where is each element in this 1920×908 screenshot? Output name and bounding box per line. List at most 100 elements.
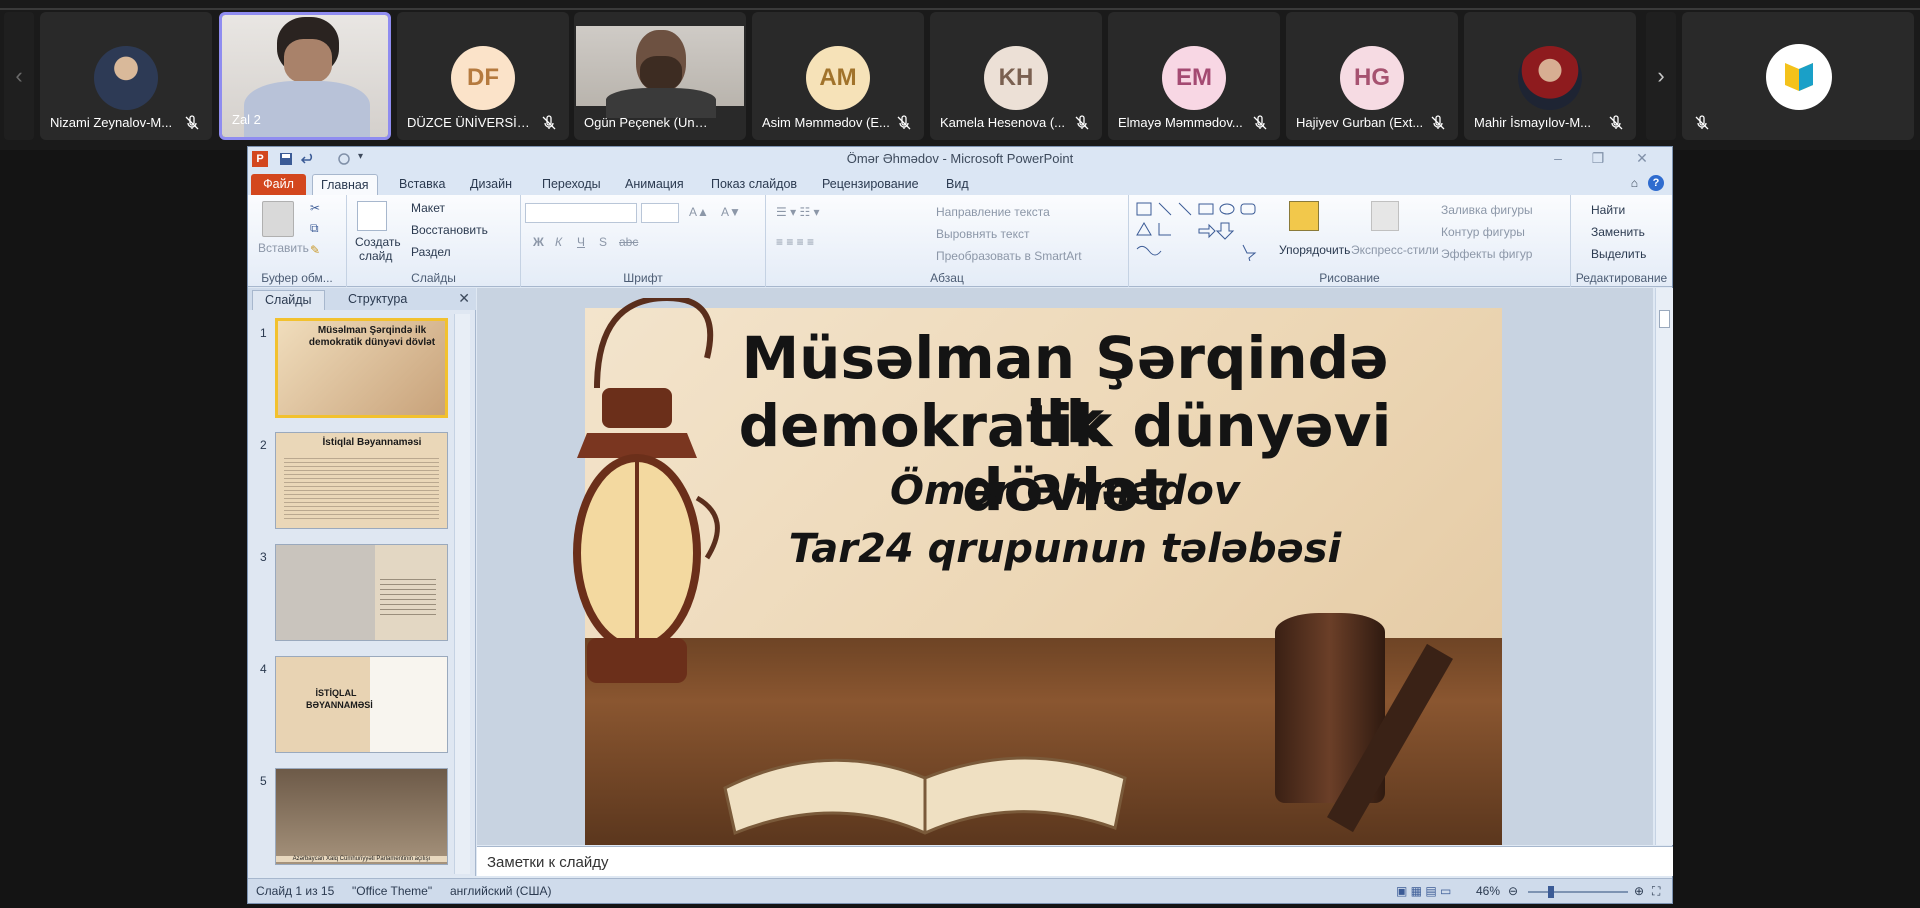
minimize-button[interactable]: – bbox=[1540, 149, 1576, 167]
shapes-gallery-icon[interactable] bbox=[1135, 201, 1275, 261]
participant-tile[interactable]: Nizami Zeynalov-M... bbox=[40, 12, 212, 140]
group-label: Редактирование bbox=[1575, 271, 1668, 285]
group-paragraph: ☰ ▾ ☷ ▾ ≡ ≡ ≡ ≡ Направление текста Выров… bbox=[766, 195, 1129, 287]
group-label: Буфер обм... bbox=[261, 271, 333, 285]
section-button[interactable]: Раздел bbox=[411, 245, 451, 259]
tab-file[interactable]: Файл bbox=[251, 174, 306, 195]
participant-tile[interactable]: DF DÜZCE ÜNİVERSİTE... bbox=[397, 12, 569, 140]
paste-button[interactable]: Вставить bbox=[258, 241, 309, 255]
find-button[interactable]: Найти bbox=[1591, 203, 1625, 217]
arrange-button[interactable]: Упорядочить bbox=[1279, 243, 1350, 257]
participant-tile[interactable]: AM Asim Məmmədov (E... bbox=[752, 12, 924, 140]
pane-tabs: Слайды Структура ✕ bbox=[248, 288, 476, 310]
copy-icon[interactable]: ⧉ bbox=[310, 221, 319, 236]
video-feed bbox=[576, 26, 744, 118]
cut-icon[interactable]: ✂ bbox=[310, 201, 320, 215]
slide-scrollbar[interactable] bbox=[1655, 288, 1673, 845]
language[interactable]: английский (США) bbox=[450, 884, 551, 898]
title-bar: P ▾ Ömər Əhmədov - Microsoft PowerPoint … bbox=[248, 147, 1672, 171]
notes-placeholder[interactable]: Заметки к слайду bbox=[487, 854, 609, 871]
tab-home[interactable]: Главная bbox=[312, 174, 378, 195]
participant-tile-active[interactable]: Zal 2 bbox=[219, 12, 391, 140]
tab-slideshow[interactable]: Показ слайдов bbox=[703, 174, 805, 195]
thumbnail-title: Azərbaycan Xalq Cümhuriyyəti Parlamentin… bbox=[276, 856, 447, 862]
quick-styles-button[interactable]: Экспресс-стили bbox=[1351, 243, 1439, 257]
tab-transitions[interactable]: Переходы bbox=[534, 174, 609, 195]
close-button[interactable]: ✕ bbox=[1624, 149, 1660, 167]
participant-tile[interactable]: Mahir İsmayılov-M... bbox=[1464, 12, 1636, 140]
paste-icon[interactable] bbox=[262, 201, 294, 237]
status-bar: Слайд 1 из 15 "Office Theme" английский … bbox=[248, 878, 1672, 903]
zoom-out-icon[interactable]: ⊖ bbox=[1508, 884, 1518, 898]
grow-font-icon[interactable]: A▲ bbox=[689, 205, 709, 219]
tab-insert[interactable]: Вставка bbox=[391, 174, 453, 195]
participant-tile[interactable]: KH Kamela Hesenova (... bbox=[930, 12, 1102, 140]
pane-scrollbar[interactable] bbox=[454, 314, 470, 874]
strikethrough-button[interactable]: abc bbox=[619, 235, 638, 249]
zoom-slider[interactable] bbox=[1528, 891, 1628, 893]
bullets-icon[interactable]: ☰ ▾ ☷ ▾ bbox=[776, 205, 820, 219]
reset-button[interactable]: Восстановить bbox=[411, 223, 488, 237]
thumbnail-title: İstiqlal Bəyannaməsi bbox=[322, 437, 422, 448]
tab-animations[interactable]: Анимация bbox=[617, 174, 692, 195]
close-icon[interactable]: ✕ bbox=[458, 290, 470, 307]
group-label: Рисование bbox=[1319, 271, 1380, 285]
group-label: Абзац bbox=[930, 271, 964, 285]
format-painter-icon[interactable]: ✎ bbox=[310, 243, 320, 257]
fit-to-window-icon[interactable]: ⛶ bbox=[1652, 884, 1660, 899]
restore-button[interactable]: ❐ bbox=[1580, 149, 1616, 167]
new-slide-button-line2[interactable]: слайд bbox=[359, 249, 392, 263]
new-slide-icon[interactable] bbox=[357, 201, 387, 231]
group-label: Слайды bbox=[411, 271, 456, 285]
slide-thumbnail[interactable]: İSTİQLAL BƏYANNAMƏSİ bbox=[275, 656, 448, 753]
replace-button[interactable]: Заменить bbox=[1591, 225, 1645, 239]
tab-design[interactable]: Дизайн bbox=[462, 174, 520, 195]
help-icon[interactable]: ? bbox=[1648, 175, 1664, 191]
font-size-combo[interactable] bbox=[641, 203, 679, 223]
participant-name: Hajiyev Gurban (Ext... bbox=[1296, 115, 1424, 130]
underline-button[interactable]: Ч bbox=[577, 235, 585, 249]
bold-button[interactable]: Ж bbox=[533, 235, 544, 249]
align-icons[interactable]: ≡ ≡ ≡ ≡ bbox=[776, 235, 814, 249]
convert-smartart-button[interactable]: Преобразовать в SmartArt bbox=[936, 249, 1082, 263]
chevron-right-icon[interactable]: › bbox=[1646, 12, 1676, 140]
chevron-left-icon[interactable]: ‹ bbox=[4, 12, 34, 140]
notes-pane[interactable]: Заметки к слайду bbox=[477, 846, 1673, 876]
layout-button[interactable]: Макет bbox=[411, 201, 445, 215]
tab-slides[interactable]: Слайды bbox=[252, 290, 325, 310]
arrange-icon[interactable] bbox=[1289, 201, 1319, 231]
italic-button[interactable]: К bbox=[555, 235, 562, 249]
tab-view[interactable]: Вид bbox=[938, 174, 977, 195]
slide-thumbnail[interactable]: İstiqlal Bəyannaməsi bbox=[275, 432, 448, 529]
zoom-level[interactable]: 46% bbox=[1476, 884, 1500, 898]
text-direction-button[interactable]: Направление текста bbox=[936, 205, 1050, 219]
font-name-combo[interactable] bbox=[525, 203, 637, 223]
avatar: AM bbox=[806, 46, 870, 110]
slide-thumbnail[interactable]: Azərbaycan Xalq Cümhuriyyəti Parlamentin… bbox=[275, 768, 448, 865]
align-text-button[interactable]: Выровнять текст bbox=[936, 227, 1029, 241]
minimize-ribbon-icon[interactable]: ⌂ bbox=[1631, 176, 1638, 190]
quick-styles-icon[interactable] bbox=[1371, 201, 1399, 231]
zoom-slider-thumb[interactable] bbox=[1548, 886, 1554, 898]
shape-fill-button[interactable]: Заливка фигуры bbox=[1441, 203, 1533, 217]
mic-muted-icon bbox=[185, 115, 199, 130]
shape-outline-button[interactable]: Контур фигуры bbox=[1441, 225, 1525, 239]
mic-muted-icon bbox=[1695, 115, 1709, 130]
participant-tile[interactable]: HG Hajiyev Gurban (Ext... bbox=[1286, 12, 1458, 140]
zoom-in-icon[interactable]: ⊕ bbox=[1634, 884, 1644, 898]
participant-tile[interactable]: Ogün Peçenek (Unverifi... bbox=[574, 12, 746, 140]
shrink-font-icon[interactable]: A▼ bbox=[721, 205, 741, 219]
tab-review[interactable]: Рецензирование bbox=[814, 174, 927, 195]
theme-name[interactable]: "Office Theme" bbox=[352, 884, 432, 898]
shape-effects-button[interactable]: Эффекты фигур bbox=[1441, 247, 1532, 261]
scrollbar-thumb[interactable] bbox=[1659, 310, 1670, 328]
participant-tile[interactable] bbox=[1682, 12, 1914, 140]
select-button[interactable]: Выделить bbox=[1591, 247, 1646, 261]
slide-thumbnail[interactable]: Müsəlman Şərqində ilk demokratik dünyəvi… bbox=[275, 318, 448, 418]
shadow-button[interactable]: S bbox=[599, 235, 607, 249]
slide-thumbnail[interactable] bbox=[275, 544, 448, 641]
new-slide-button[interactable]: Создать bbox=[355, 235, 401, 249]
view-buttons-icon[interactable]: ▣ ▦ ▤ ▭ bbox=[1396, 884, 1451, 898]
participant-tile[interactable]: EM Elmayə Məmmədov... bbox=[1108, 12, 1280, 140]
tab-outline[interactable]: Структура bbox=[336, 290, 419, 310]
